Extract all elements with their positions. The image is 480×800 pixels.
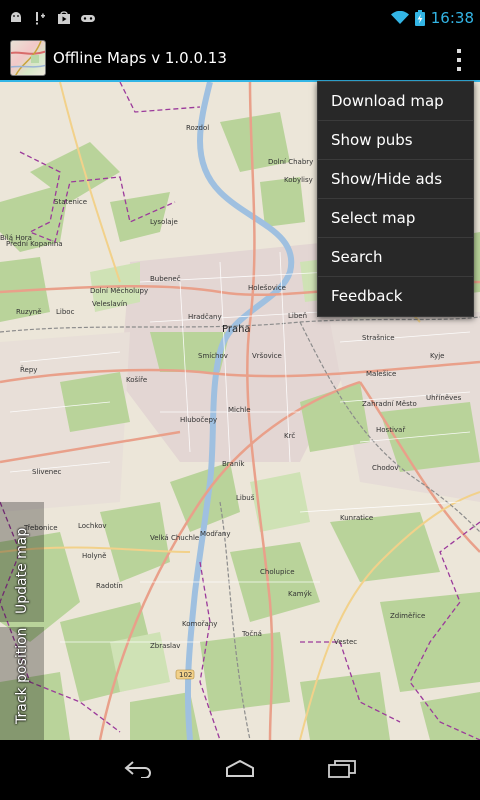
menu-item-show-pubs[interactable]: Show pubs [318, 121, 473, 160]
menu-item-show-hide-ads[interactable]: Show/Hide ads [318, 160, 473, 199]
map-label: Hostivař [376, 426, 406, 434]
game-controller-icon [80, 10, 96, 26]
map-label: Holešovice [248, 284, 286, 292]
map-label: Strašnice [362, 334, 395, 342]
map-label: Kyje [430, 352, 445, 360]
map-label: Krč [284, 432, 296, 440]
overflow-menu-icon[interactable] [454, 49, 464, 71]
city-label: Praha [222, 324, 251, 335]
map-label: Kunratice [340, 514, 374, 522]
notification-icons [8, 10, 96, 26]
map-label: Zahradní Město [362, 400, 417, 408]
map-label: Dolní Chabry [268, 158, 314, 166]
map-label: Dolní Měcholupy [90, 287, 149, 295]
map-label: Kamýk [288, 590, 312, 598]
overflow-popup-menu: Download map Show pubs Show/Hide ads Sel… [317, 81, 474, 317]
menu-item-select-map[interactable]: Select map [318, 199, 473, 238]
action-bar: Offline Maps v 1.0.0.13 [0, 38, 480, 80]
menu-item-feedback[interactable]: Feedback [318, 277, 473, 316]
recent-apps-icon[interactable] [322, 754, 362, 784]
update-map-button[interactable]: Update map [14, 528, 30, 614]
status-bar: 16:38 [0, 0, 480, 38]
app-logo-icon[interactable] [10, 40, 46, 76]
status-clock: 16:38 [430, 9, 474, 27]
map-label: Uhříněves [426, 394, 462, 402]
map-label: Vršovice [252, 352, 282, 360]
map-label: Komořany [182, 620, 218, 628]
map-label: Holyně [82, 552, 107, 560]
map-label: Košíře [126, 376, 148, 384]
map-label: Smíchov [198, 352, 228, 360]
map-label: Libeň [288, 312, 308, 320]
menu-item-download-map[interactable]: Download map [318, 82, 473, 121]
map-label: Liboc [56, 308, 75, 316]
map-label: Radotín [96, 582, 123, 590]
battery-charging-icon [414, 10, 425, 26]
map-label: Chodov [372, 464, 399, 472]
play-store-icon [56, 10, 72, 26]
map-label: Řepy [20, 366, 38, 374]
home-icon[interactable] [220, 754, 260, 784]
track-position-button[interactable]: Track position [14, 627, 30, 724]
map-label: Vestec [334, 638, 358, 646]
map-label: Malešice [366, 370, 397, 378]
map-label: Braník [222, 460, 245, 468]
back-icon[interactable] [118, 754, 158, 784]
android-icon [8, 10, 24, 26]
map-label: Lysolaje [150, 218, 178, 226]
road-number-label: 102 [179, 671, 192, 679]
map-label: Velká Chuchle [150, 534, 200, 542]
map-label: Hradčany [188, 313, 222, 321]
app-title: Offline Maps v 1.0.0.13 [53, 49, 227, 67]
map-label: Rozdol [186, 124, 210, 132]
navigation-bar [0, 740, 480, 800]
map-label: Kobylisy [284, 176, 313, 184]
map-label: Zdiměřice [390, 612, 426, 620]
menu-item-search[interactable]: Search [318, 238, 473, 277]
map-label: Lochkov [78, 522, 107, 530]
wifi-icon [390, 11, 409, 25]
map-label: Točná [242, 630, 262, 638]
map-label: Hlubočepy [180, 416, 218, 424]
map-label: Modřany [200, 530, 231, 538]
map-label: Cholupice [260, 568, 295, 576]
map-label: Slivenec [32, 468, 62, 476]
map-label: Veleslavín [92, 300, 128, 308]
map-label: Zbraslav [150, 642, 181, 650]
map-label: Ruzyně [16, 308, 42, 316]
map-label: Bubeneč [150, 275, 181, 283]
map-label: Bílá Hora [0, 234, 32, 242]
map-label: Libuš [236, 494, 255, 502]
system-status: 16:38 [390, 9, 474, 27]
map-label: Michle [228, 406, 251, 414]
map-label: Statenice [54, 198, 88, 206]
warning-icon [32, 10, 48, 26]
